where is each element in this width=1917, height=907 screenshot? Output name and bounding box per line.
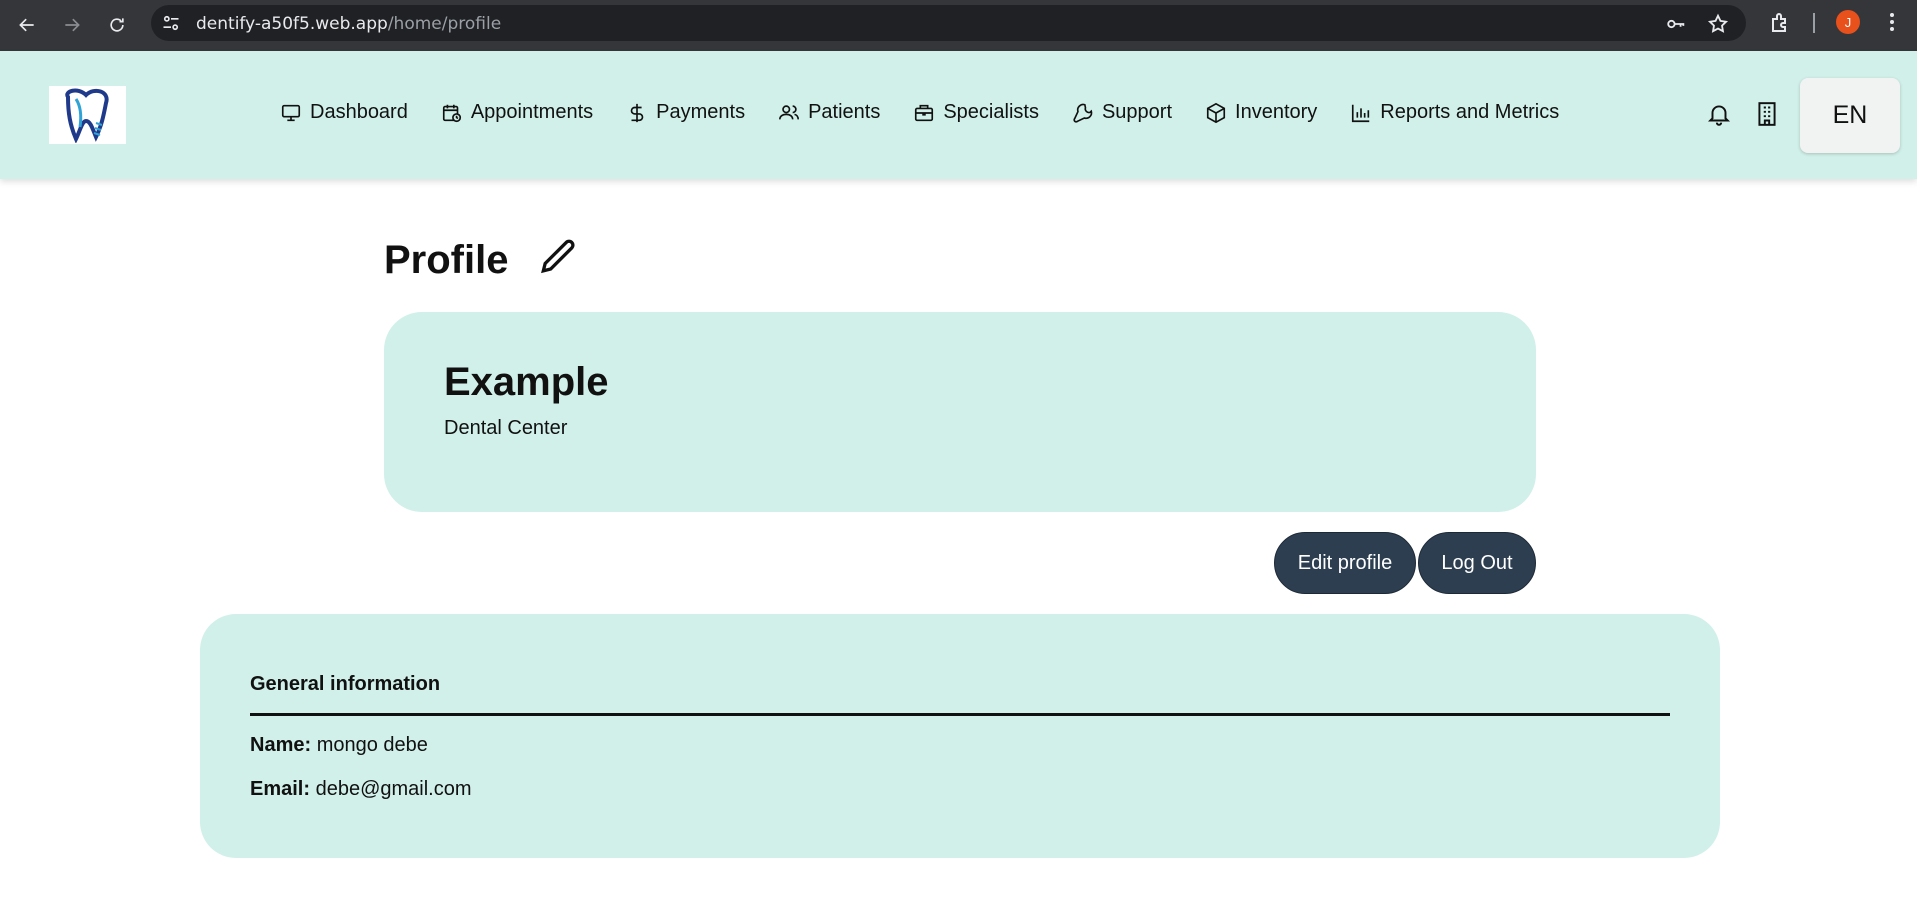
- edit-profile-button[interactable]: Edit profile: [1274, 532, 1416, 594]
- nav-label: Appointments: [470, 101, 594, 123]
- tooth-logo-icon: [64, 88, 109, 143]
- language-button[interactable]: EN: [1800, 78, 1900, 153]
- url-text: dentify-a50f5.web.app/home/profile: [196, 14, 502, 34]
- clinic-type: Dental Center: [444, 417, 568, 439]
- nav-label: Inventory: [1235, 101, 1318, 123]
- building-icon[interactable]: [1754, 100, 1780, 128]
- briefcase-icon: [915, 104, 934, 121]
- site-settings-icon[interactable]: [161, 13, 181, 33]
- nav-payments[interactable]: Payments: [626, 101, 745, 124]
- nav-label: Dashboard: [310, 101, 408, 123]
- nav-label: Patients: [808, 101, 881, 123]
- forward-arrow-icon[interactable]: [57, 10, 87, 40]
- nav-label: Support: [1101, 101, 1173, 123]
- monitor-icon: [281, 104, 301, 121]
- general-info-card: General information Name: mongo debe Ema…: [200, 614, 1720, 858]
- dollar-icon: [630, 103, 644, 122]
- wrench-icon: [1073, 103, 1093, 123]
- back-arrow-icon[interactable]: [12, 10, 42, 40]
- nav-reports-and-metrics[interactable]: Reports and Metrics: [1350, 101, 1559, 124]
- app-header: Dashboard Appointments Payments Patients…: [0, 51, 1917, 179]
- divider: [250, 713, 1670, 716]
- pencil-icon[interactable]: [536, 236, 580, 280]
- bell-icon[interactable]: [1706, 100, 1732, 128]
- name-value: mongo debe: [316, 734, 428, 756]
- dentify-logo[interactable]: [49, 86, 126, 144]
- nav-label: Payments: [656, 101, 746, 123]
- calendar-clock-icon: [442, 104, 461, 122]
- logout-button[interactable]: Log Out: [1418, 532, 1536, 594]
- clinic-name: Example: [444, 360, 609, 404]
- extensions-icon[interactable]: [1769, 11, 1793, 35]
- nav-support[interactable]: Support: [1072, 101, 1172, 124]
- box-icon: [1206, 102, 1226, 123]
- main-navigation: Dashboard Appointments Payments Patients…: [280, 101, 1592, 124]
- users-icon: [779, 104, 800, 119]
- reload-icon[interactable]: [102, 10, 132, 40]
- bookmark-star-icon[interactable]: [1707, 13, 1729, 35]
- general-info-heading: General information: [250, 673, 441, 695]
- profile-actions: Edit profile Log Out: [1274, 532, 1536, 594]
- nav-dashboard[interactable]: Dashboard: [280, 101, 408, 124]
- nav-label: Reports and Metrics: [1380, 101, 1560, 123]
- password-key-icon[interactable]: [1665, 13, 1687, 35]
- name-row: Name: mongo debe: [250, 734, 428, 757]
- email-value: debe@gmail.com: [315, 778, 472, 800]
- email-row: Email: debe@gmail.com: [250, 778, 472, 801]
- bar-chart-icon: [1352, 104, 1370, 122]
- profile-avatar[interactable]: J: [1836, 10, 1860, 34]
- nav-specialists[interactable]: Specialists: [913, 101, 1039, 124]
- nav-inventory[interactable]: Inventory: [1205, 101, 1317, 124]
- browser-toolbar: dentify-a50f5.web.app/home/profile J: [0, 0, 1917, 51]
- page-title: Profile: [384, 238, 509, 282]
- name-label: Name:: [250, 734, 312, 756]
- toolbar-divider: [1813, 13, 1815, 33]
- clinic-card: Example Dental Center: [384, 312, 1536, 512]
- nav-label: Specialists: [943, 101, 1039, 123]
- address-bar[interactable]: dentify-a50f5.web.app/home/profile: [151, 5, 1746, 41]
- nav-appointments[interactable]: Appointments: [441, 101, 593, 124]
- kebab-menu-icon[interactable]: [1880, 10, 1904, 34]
- email-label: Email:: [250, 778, 311, 800]
- nav-patients[interactable]: Patients: [778, 101, 880, 124]
